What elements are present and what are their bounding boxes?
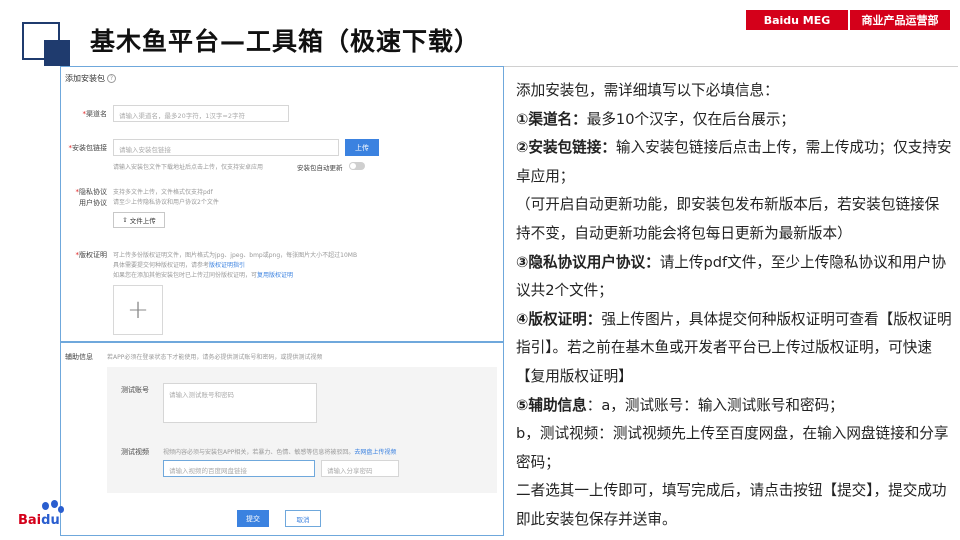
desc-item2-note: （可开启自动更新功能，即安装包发布新版本后，若安装包链接保持不变，自动更新功能会… (516, 196, 940, 242)
copyright-label: *版权证明 (75, 251, 108, 259)
baidu-logo-text: Baidu (18, 513, 60, 528)
auto-update-toggle[interactable] (349, 162, 365, 170)
cancel-button[interactable]: 取消 (285, 510, 321, 527)
auto-update-label: 安装包自动更新 (297, 164, 343, 172)
page-title: 基木鱼平台—工具箱（极速下载） (90, 27, 481, 56)
aux-info-label: 辅助信息 (65, 353, 93, 361)
desc-item5: ⑤辅助信息：a，测试账号：输入测试账号和密码； (516, 396, 844, 414)
brand-badge-baidu-meg: Baidu MEG (746, 10, 848, 30)
file-upload-button[interactable]: ⇪ 文件上传 (113, 212, 165, 228)
plus-icon: + (127, 295, 149, 325)
channel-input[interactable]: 请输入渠道名，最多20字符，1汉字=2字符 (113, 105, 289, 122)
help-icon[interactable]: ? (107, 74, 116, 83)
privacy-hint-1: 支持多文件上传，文件格式仅支持pdf (113, 189, 213, 196)
submit-button[interactable]: 提交 (237, 510, 269, 527)
channel-label: *渠道名 (82, 110, 108, 118)
brand-badge-department: 商业产品运营部 (850, 10, 950, 30)
desc-intro: 添加安装包，需详细填写以下必填信息： (516, 82, 779, 99)
desc-item2: ②安装包链接：输入安装包链接后点击上传，需上传成功；仅支持安卓应用； (516, 139, 952, 185)
privacy-hint-2: 请至少上传隐私协议和用户协议2个文件 (113, 199, 219, 206)
copyright-hint-2: 具体需要提交何种版权证明，请参考版权证明指引 (113, 262, 246, 269)
test-account-textarea[interactable]: 请输入测试账号和密码 (163, 383, 317, 423)
desc-item1: ①渠道名：最多10个汉字，仅在后台展示； (516, 110, 796, 128)
copyright-hint-3: 如果您在添加其他安装包时已上传过同份版权证明，可复用版权证明 (113, 272, 294, 279)
share-code-input[interactable]: 请输入分享密码 (321, 460, 399, 477)
netdisk-link-input[interactable]: 请输入视频的百度网盘链接 (163, 460, 315, 477)
test-video-hint: 视频内容必须与安装包APP相关，若暴力、色情、敏感等信息将被驳回。去网盘上传视频 (163, 449, 397, 456)
form-heading-text: 添加安装包 (65, 74, 105, 83)
privacy-label-line1: *隐私协议 (75, 188, 108, 196)
test-video-label: 测试视频 (121, 448, 149, 456)
copyright-guide-link[interactable]: 版权证明指引 (209, 262, 245, 269)
test-account-label: 测试账号 (121, 386, 149, 394)
description-panel: 添加安装包，需详细填写以下必填信息： ①渠道名：最多10个汉字，仅在后台展示； … (516, 77, 952, 535)
copyright-image-upload[interactable]: + (113, 285, 163, 335)
add-package-form-panel: 添加安装包? *渠道名 请输入渠道名，最多20字符，1汉字=2字符 *安装包链接… (60, 66, 504, 536)
package-link-label: *安装包链接 (68, 144, 108, 152)
package-link-hint: 请输入安装包文件下载地址后点击上传，仅支持安卓应用 (113, 164, 264, 171)
copyright-hint-1: 可上传多份版权证明文件，图片格式为jpg、jpeg、bmp或png，每张图片大小… (113, 252, 358, 259)
desc-item4: ④版权证明：强上传图片，具体提交何种版权证明可查看【版权证明指引】。若之前在基木… (516, 310, 952, 385)
header-divider (470, 66, 958, 67)
upload-icon: ⇪ (122, 216, 128, 224)
desc-closing: 二者选其一上传即可，填写完成后，请点击按钮【提交】，提交成功即此安装包保存并送审… (516, 482, 947, 528)
aux-info-hint: 若APP必须在登录状态下才能使用，请务必提供测试账号和密码，或提供测试视频 (107, 354, 323, 361)
form-heading: 添加安装包? (65, 73, 116, 84)
package-link-input[interactable]: 请输入安装包链接 (113, 139, 339, 156)
privacy-label-line2: 用户协议 (79, 199, 107, 207)
netdisk-upload-link[interactable]: 去网盘上传视频 (354, 449, 396, 456)
section-divider (61, 341, 503, 343)
package-upload-button[interactable]: 上传 (345, 139, 379, 156)
desc-item3: ③隐私协议用户协议：请上传pdf文件，至少上传隐私协议和用户协议共2个文件； (516, 253, 947, 300)
title-decoration-fill (44, 40, 70, 66)
desc-item5-b: b，测试视频：测试视频先上传至百度网盘，在输入网盘链接和分享密码； (516, 425, 949, 471)
reuse-copyright-link[interactable]: 复用版权证明 (257, 272, 293, 279)
